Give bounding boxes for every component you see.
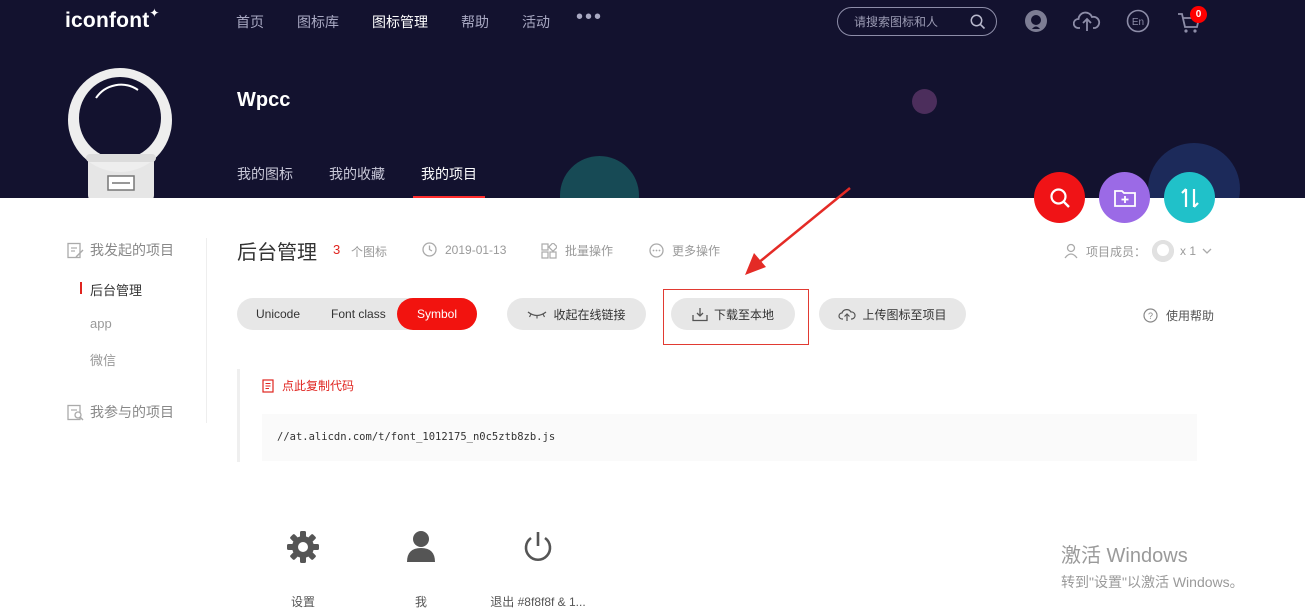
search-input[interactable] bbox=[854, 13, 964, 31]
user-icon bbox=[407, 531, 435, 562]
chevron-down-icon bbox=[1202, 248, 1212, 254]
gear-icon bbox=[287, 531, 319, 563]
cart-count-badge: 0 bbox=[1190, 6, 1207, 23]
fab-add-folder-button[interactable] bbox=[1099, 172, 1150, 223]
tab-symbol[interactable]: Symbol bbox=[397, 298, 477, 330]
fab-search-button[interactable] bbox=[1034, 172, 1085, 223]
more-operations-button[interactable]: 更多操作 bbox=[649, 242, 720, 259]
project-icon-count-label: 个图标 bbox=[351, 245, 388, 259]
members-count: x 1 bbox=[1180, 244, 1197, 258]
site-logo[interactable]: iconfont✦ bbox=[65, 6, 160, 33]
windows-activation-watermark: 激活 Windows 转到"设置"以激活 Windows。 bbox=[1061, 545, 1244, 590]
edit-list-icon bbox=[67, 242, 84, 258]
upload-cloud-icon[interactable] bbox=[1072, 9, 1101, 38]
folder-add-icon bbox=[1113, 189, 1136, 207]
copy-icon bbox=[262, 378, 274, 393]
tab-my-projects[interactable]: 我的项目 bbox=[413, 164, 485, 198]
project-sidebar: 我发起的项目 后台管理 app 微信 我参与的项目 bbox=[67, 238, 207, 423]
github-icon[interactable] bbox=[1024, 9, 1048, 38]
sort-arrows-icon bbox=[1180, 187, 1199, 208]
members-icon bbox=[1064, 243, 1078, 259]
project-icon-count: 3 bbox=[333, 242, 341, 257]
svg-text:En: En bbox=[1132, 17, 1144, 28]
search-icon bbox=[1049, 187, 1070, 208]
search-list-icon bbox=[67, 404, 84, 420]
search-box bbox=[837, 7, 997, 36]
help-circle-icon: ? bbox=[1143, 308, 1158, 323]
nav-help[interactable]: 帮助 bbox=[461, 12, 489, 32]
format-segmented-control: Unicode Font class Symbol bbox=[237, 298, 477, 330]
sidebar-item-project-admin[interactable]: 后台管理 bbox=[79, 280, 142, 299]
code-url-box[interactable]: //at.alicdn.com/t/font_1012175_n0c5ztb8z… bbox=[262, 414, 1197, 461]
grid-icon bbox=[541, 242, 557, 259]
tab-my-favorites[interactable]: 我的收藏 bbox=[329, 164, 385, 198]
tab-my-icons[interactable]: 我的图标 bbox=[237, 164, 293, 198]
power-icon bbox=[524, 532, 552, 561]
svg-text:?: ? bbox=[1148, 311, 1153, 321]
main-nav: 首页 图标库 图标管理 帮助 活动 bbox=[236, 12, 583, 32]
decor-circle bbox=[560, 156, 639, 198]
collapse-online-link-button[interactable]: 收起在线链接 bbox=[507, 298, 646, 330]
nav-more-button[interactable]: ••• bbox=[576, 6, 603, 29]
nav-home[interactable]: 首页 bbox=[236, 12, 264, 32]
annotation-highlight-box bbox=[663, 289, 809, 345]
project-title: 后台管理 bbox=[237, 242, 317, 264]
sidebar-item-project-app[interactable]: app bbox=[90, 316, 112, 331]
eye-closed-icon bbox=[528, 311, 547, 319]
nav-activity[interactable]: 活动 bbox=[522, 12, 550, 32]
upload-to-project-button[interactable]: 上传图标至项目 bbox=[819, 298, 966, 330]
batch-operation-button[interactable]: 批量操作 bbox=[541, 242, 613, 259]
sidebar-item-project-wechat[interactable]: 微信 bbox=[90, 350, 116, 369]
usage-help-link[interactable]: ? 使用帮助 bbox=[1143, 307, 1214, 324]
nav-icon-management[interactable]: 图标管理 bbox=[372, 12, 428, 32]
project-members[interactable]: 项目成员： x 1 bbox=[1064, 240, 1212, 262]
avatar[interactable] bbox=[68, 68, 173, 198]
sidebar-joined-projects-heading[interactable]: 我参与的项目 bbox=[67, 402, 174, 422]
tab-unicode[interactable]: Unicode bbox=[256, 298, 300, 330]
top-header: iconfont✦ 首页 图标库 图标管理 帮助 活动 ••• En 0 bbox=[0, 0, 1305, 198]
copy-code-link[interactable]: 点此复制代码 bbox=[262, 377, 354, 394]
profile-username: Wpcc bbox=[237, 89, 291, 111]
me-menu-item[interactable]: 我 bbox=[371, 530, 471, 609]
logout-menu-item[interactable]: 退出 #8f8f8f & 1... bbox=[488, 530, 588, 609]
project-date: 2019-01-13 bbox=[422, 242, 506, 257]
sidebar-my-projects-heading[interactable]: 我发起的项目 bbox=[67, 240, 174, 260]
language-en-icon[interactable]: En bbox=[1126, 9, 1150, 38]
code-url: //at.alicdn.com/t/font_1012175_n0c5ztb8z… bbox=[277, 431, 556, 443]
annotation-arrow bbox=[745, 187, 851, 275]
fab-sort-button[interactable] bbox=[1164, 172, 1215, 223]
decor-circle bbox=[912, 89, 937, 114]
profile-tabs: 我的图标 我的收藏 我的项目 bbox=[237, 164, 513, 198]
member-avatar[interactable] bbox=[1152, 240, 1175, 262]
nav-icon-library[interactable]: 图标库 bbox=[297, 12, 339, 32]
search-icon[interactable] bbox=[970, 14, 986, 35]
code-panel: 点此复制代码 //at.alicdn.com/t/font_1012175_n0… bbox=[237, 369, 1197, 462]
tab-font-class[interactable]: Font class bbox=[331, 298, 386, 330]
clock-icon bbox=[422, 242, 437, 257]
more-dots-icon bbox=[649, 243, 664, 258]
settings-menu-item[interactable]: 设置 bbox=[253, 530, 353, 609]
upload-cloud-icon bbox=[838, 308, 857, 321]
